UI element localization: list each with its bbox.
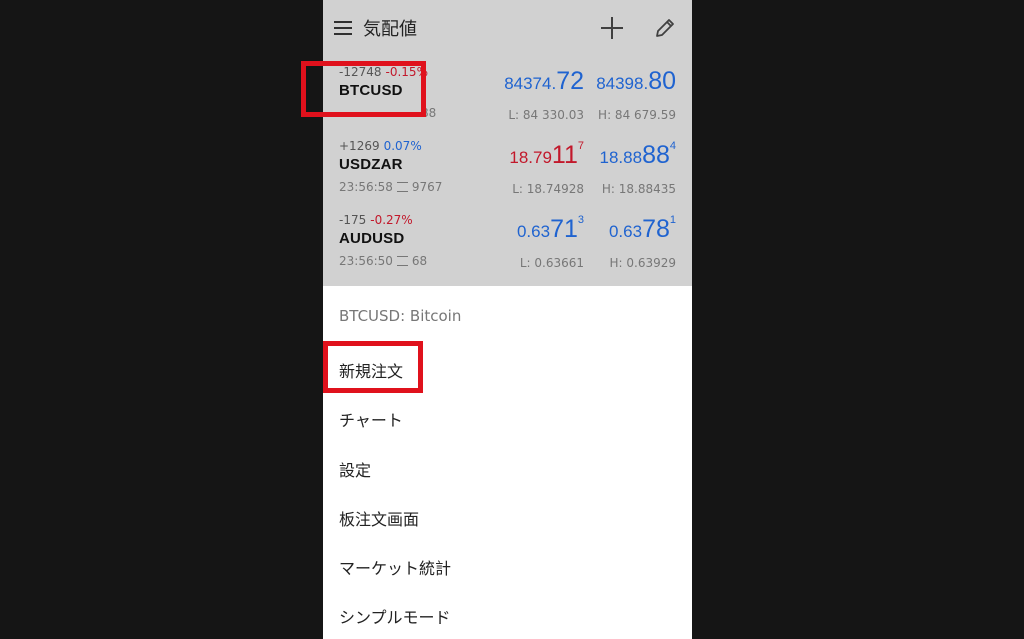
quote-time: 23:56:58 [339, 180, 393, 194]
spread-icon [396, 255, 408, 266]
low-value: L: 18.74928 [512, 182, 584, 196]
low-value: L: 84 330.03 [508, 108, 584, 122]
bid-pips: 71 [550, 215, 578, 243]
menu-item-depth-of-market[interactable]: 板注文画面 [339, 506, 419, 530]
bid-price: 84374.72 [504, 69, 584, 94]
ask-big: 0.63 [608, 222, 643, 241]
bid-big: 0.63 [516, 222, 551, 241]
phone-screen: 気配値 -12748 -0.15% BTCUSD 88 84374.72 8439… [323, 0, 692, 639]
quotes-list: -12748 -0.15% BTCUSD 88 84374.72 84398.80… [323, 56, 692, 286]
menu-item-new-order[interactable]: 新規注文 [339, 358, 403, 382]
change: -12748 -0.15% [339, 65, 428, 79]
quote-time: 23:56:50 [339, 254, 393, 268]
pencil-icon[interactable] [653, 16, 677, 40]
quote-meta: 23:56:58 9767 [339, 180, 442, 194]
high-value: H: 18.88435 [601, 182, 676, 196]
quote-meta: 23:56:50 68 [339, 254, 427, 268]
symbol: BTCUSD [339, 82, 403, 99]
menu-icon[interactable] [334, 20, 352, 36]
plus-icon[interactable] [601, 17, 623, 39]
quote-row-usdzar[interactable]: +1269 0.07% USDZAR 23:56:58 9767 18.79117 … [323, 130, 692, 204]
menu-item-settings[interactable]: 設定 [339, 457, 371, 481]
bid-pips: 11 [551, 141, 578, 169]
change-percent: -0.27% [370, 213, 413, 227]
menu-item-market-statistics[interactable]: マーケット統計 [339, 555, 451, 579]
symbol: AUDUSD [339, 230, 405, 247]
quote-row-audusd[interactable]: -175 -0.27% AUDUSD 23:56:50 68 0.63713 0.6… [323, 204, 692, 278]
change: -175 -0.27% [339, 213, 413, 227]
bid-small: 7 [577, 140, 584, 152]
top-app-bar: 気配値 [323, 0, 692, 56]
change-percent: -0.15% [385, 65, 428, 79]
page-title: 気配値 [363, 19, 417, 40]
change-points: +1269 [339, 139, 380, 153]
bid-small: 3 [577, 214, 584, 226]
bid-price: 18.79117 [509, 140, 584, 169]
context-menu-sheet: BTCUSD: Bitcoin 新規注文 チャート 設定 板注文画面 マーケット… [323, 286, 692, 639]
bid-big: 84374. [504, 74, 557, 93]
bid-big: 18.79 [509, 148, 552, 167]
ask-pips: 88 [642, 141, 670, 169]
ask-price: 18.88884 [599, 140, 676, 169]
high-value: H: 0.63929 [609, 256, 676, 270]
quote-meta: 88 [421, 106, 436, 120]
spread-value: 9767 [411, 180, 443, 194]
bid-price: 0.63713 [516, 214, 584, 243]
bid-pips: 72 [556, 67, 584, 95]
ask-pips: 80 [648, 67, 676, 95]
ask-small: 1 [669, 214, 676, 226]
spread-value: 68 [411, 254, 428, 268]
ask-small: 4 [669, 140, 676, 152]
menu-item-chart[interactable]: チャート [339, 407, 403, 431]
change-points: -175 [339, 213, 367, 227]
ask-price: 84398.80 [596, 69, 676, 94]
ask-big: 18.88 [599, 148, 643, 167]
ask-pips: 78 [642, 215, 670, 243]
change-percent: 0.07% [383, 139, 422, 153]
context-menu-title: BTCUSD: Bitcoin [339, 307, 462, 325]
spread-value: 88 [421, 106, 437, 120]
change: +1269 0.07% [339, 139, 422, 153]
spread-icon [396, 181, 408, 192]
ask-big: 84398. [596, 74, 649, 93]
symbol: USDZAR [339, 156, 403, 173]
menu-item-simple-mode[interactable]: シンプルモード [339, 604, 451, 628]
low-value: L: 0.63661 [519, 256, 584, 270]
quote-row-btcusd[interactable]: -12748 -0.15% BTCUSD 88 84374.72 84398.80… [323, 56, 692, 130]
change-points: -12748 [339, 65, 382, 79]
ask-price: 0.63781 [608, 214, 676, 243]
high-value: H: 84 679.59 [598, 108, 676, 122]
